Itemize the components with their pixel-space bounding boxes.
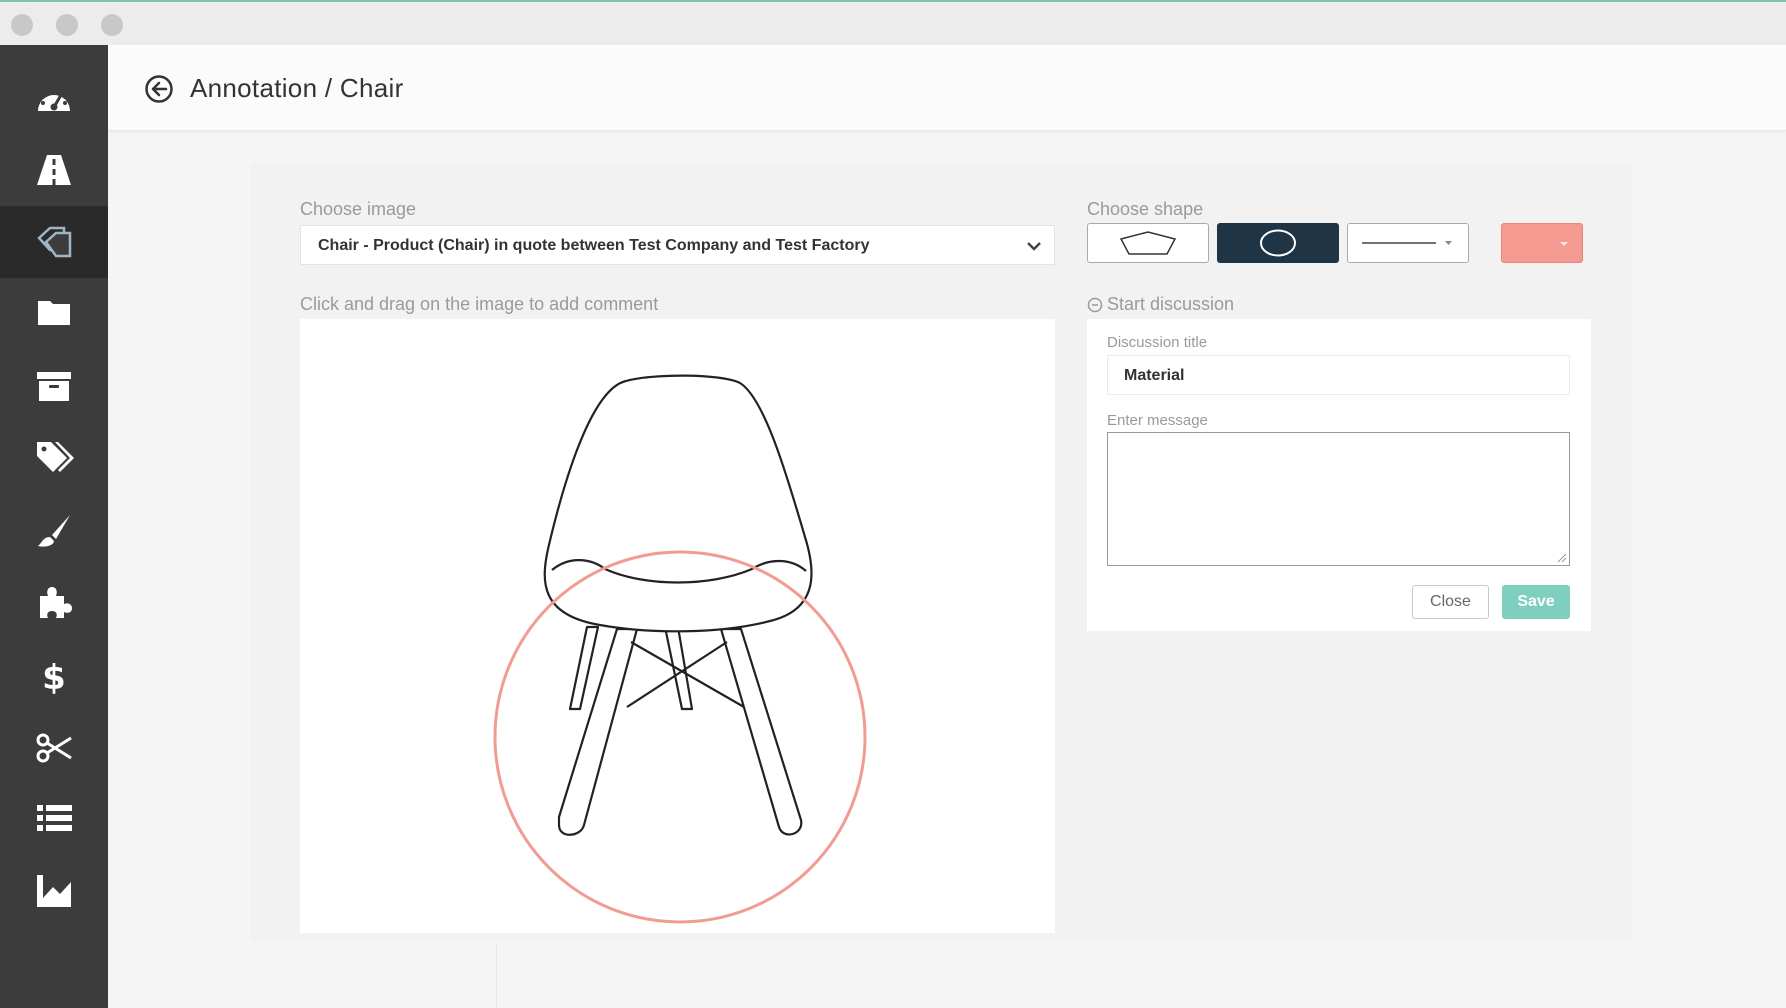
line-style-dropdown[interactable] bbox=[1347, 223, 1469, 263]
discussion-title-input[interactable]: Material bbox=[1107, 355, 1570, 395]
window-titlebar bbox=[0, 0, 1786, 45]
choose-shape-label: Choose shape bbox=[1087, 199, 1204, 219]
sidebar-item-pricing[interactable]: $ bbox=[0, 640, 108, 712]
start-discussion-toggle[interactable]: Start discussion bbox=[1087, 294, 1234, 315]
pentagon-icon bbox=[1119, 231, 1177, 255]
color-picker-button[interactable] bbox=[1501, 223, 1583, 263]
sidebar-item-dashboard[interactable] bbox=[0, 65, 108, 137]
sidebar-item-extensions[interactable] bbox=[0, 566, 108, 638]
image-select-value: Chair - Product (Chair) in quote between… bbox=[318, 237, 870, 254]
circle-minus-icon bbox=[1087, 297, 1103, 312]
paintbrush-icon bbox=[38, 515, 70, 547]
svg-text:$: $ bbox=[42, 658, 66, 696]
image-select[interactable]: Chair - Product (Chair) in quote between… bbox=[300, 225, 1055, 265]
back-arrow-icon[interactable] bbox=[144, 74, 174, 104]
choose-image-label: Choose image bbox=[300, 199, 417, 219]
list-icon bbox=[37, 805, 72, 831]
caret-down-icon bbox=[1560, 242, 1568, 246]
page-header: Annotation / Chair bbox=[108, 45, 1786, 131]
window-zoom-button[interactable] bbox=[101, 14, 123, 36]
sidebar-item-annotation[interactable] bbox=[0, 206, 108, 278]
sidebar: $ bbox=[0, 45, 108, 1008]
chair-image bbox=[493, 374, 867, 924]
line-style-icon bbox=[1362, 241, 1452, 245]
archive-icon bbox=[37, 372, 71, 401]
sidebar-item-road[interactable] bbox=[0, 134, 108, 206]
divider bbox=[496, 944, 497, 1008]
image-canvas[interactable] bbox=[300, 319, 1055, 933]
close-button[interactable]: Close bbox=[1412, 585, 1489, 619]
annotation-icon bbox=[37, 226, 72, 258]
tags-icon bbox=[37, 442, 74, 472]
resize-grip-icon[interactable] bbox=[1557, 553, 1567, 563]
window-minimize-button[interactable] bbox=[56, 14, 78, 36]
folder-icon bbox=[38, 301, 70, 325]
save-button[interactable]: Save bbox=[1502, 585, 1570, 619]
chart-icon bbox=[37, 875, 71, 907]
road-icon bbox=[37, 155, 71, 185]
page-title: Annotation / Chair bbox=[190, 73, 404, 103]
sidebar-item-archive[interactable] bbox=[0, 350, 108, 422]
message-textarea[interactable] bbox=[1107, 432, 1570, 566]
message-label: Enter message bbox=[1107, 412, 1208, 429]
shape-pentagon-button[interactable] bbox=[1087, 223, 1209, 263]
chevron-down-icon bbox=[1027, 242, 1041, 251]
sidebar-item-tags[interactable] bbox=[0, 421, 108, 493]
sidebar-item-cutting[interactable] bbox=[0, 712, 108, 784]
window-close-button[interactable] bbox=[11, 14, 33, 36]
discussion-title-label: Discussion title bbox=[1107, 334, 1208, 351]
sidebar-item-factory[interactable] bbox=[0, 855, 108, 927]
dashboard-icon bbox=[38, 89, 70, 111]
discussion-title-value: Material bbox=[1124, 367, 1185, 384]
shape-circle-button[interactable] bbox=[1217, 223, 1339, 263]
dollar-icon: $ bbox=[42, 658, 66, 696]
sidebar-item-list[interactable] bbox=[0, 782, 108, 854]
circle-icon bbox=[1260, 229, 1296, 257]
start-discussion-label: Start discussion bbox=[1107, 294, 1235, 314]
canvas-instruction: Click and drag on the image to add comme… bbox=[300, 294, 659, 314]
sidebar-item-paintbrush[interactable] bbox=[0, 495, 108, 567]
sidebar-item-folder[interactable] bbox=[0, 276, 108, 348]
scissors-icon bbox=[36, 733, 72, 763]
puzzle-icon bbox=[40, 587, 72, 618]
